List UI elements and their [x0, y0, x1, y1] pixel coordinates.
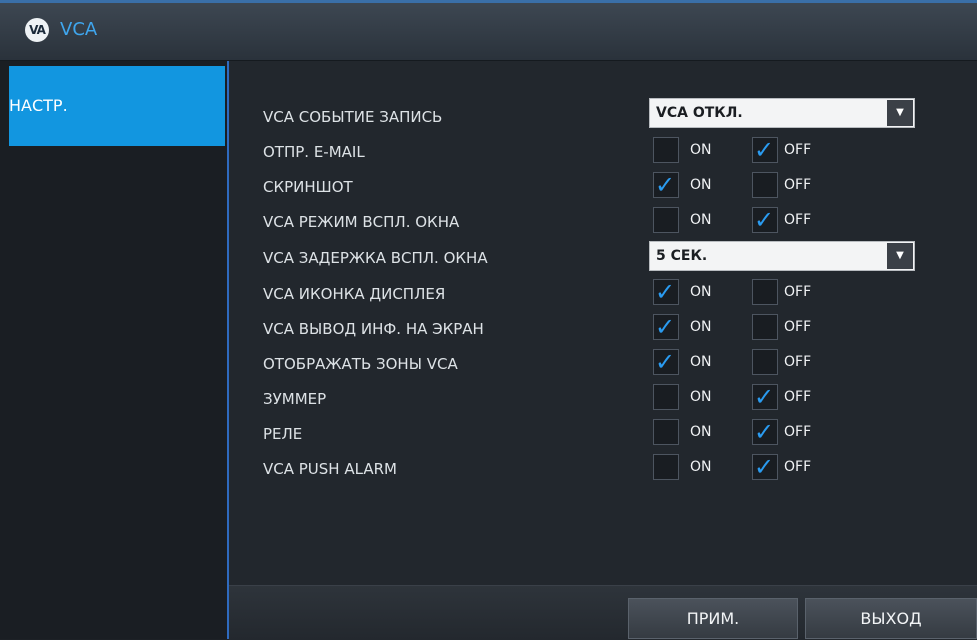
popup-delay-dropdown[interactable]: 5 СЕК. ▼ — [649, 241, 915, 271]
email-label: ОТПР. E-MAIL — [263, 143, 365, 161]
relay-label: РЕЛЕ — [263, 425, 303, 443]
display-icon-off-label: OFF — [784, 284, 812, 300]
buzzer-on-label: ON — [690, 389, 712, 405]
info-output-on-label: ON — [690, 319, 712, 335]
info-output-on-checkbox[interactable]: ✓ — [653, 313, 679, 341]
exit-button[interactable]: ВЫХОД — [805, 598, 977, 639]
record-event-label: VCA СОБЫТИЕ ЗАПИСЬ — [263, 108, 443, 126]
show-zones-label: ОТОБРАЖАТЬ ЗОНЫ VCA — [263, 355, 458, 373]
popup-mode-on-checkbox[interactable] — [653, 207, 679, 233]
relay-on-checkbox[interactable] — [653, 419, 679, 445]
buzzer-label: ЗУММЕР — [263, 390, 327, 408]
show-zones-off-checkbox[interactable] — [752, 349, 778, 375]
record-event-dropdown[interactable]: VCA ОТКЛ. ▼ — [649, 98, 915, 128]
email-off-label: OFF — [784, 142, 812, 158]
checkmark-icon: ✓ — [655, 278, 676, 306]
email-on-checkbox[interactable] — [653, 137, 679, 163]
buzzer-on-checkbox[interactable] — [653, 384, 679, 410]
info-output-label: VCA ВЫВОД ИНФ. НА ЭКРАН — [263, 320, 484, 338]
screenshot-off-checkbox[interactable] — [752, 172, 778, 198]
screenshot-on-label: ON — [690, 177, 712, 193]
checkmark-icon: ✓ — [754, 383, 775, 411]
checkmark-icon: ✓ — [754, 206, 775, 234]
popup-mode-off-label: OFF — [784, 212, 812, 228]
record-event-value: VCA ОТКЛ. — [656, 105, 743, 121]
sidebar: НАСТР. — [0, 61, 229, 639]
sidebar-item-settings[interactable]: НАСТР. — [9, 66, 225, 146]
screenshot-off-label: OFF — [784, 177, 812, 193]
apply-button[interactable]: ПРИМ. — [628, 598, 798, 639]
buzzer-off-label: OFF — [784, 389, 812, 405]
popup-mode-on-label: ON — [690, 212, 712, 228]
relay-off-checkbox[interactable]: ✓ — [752, 418, 778, 446]
push-alarm-off-label: OFF — [784, 459, 812, 475]
email-on-label: ON — [690, 142, 712, 158]
popup-mode-label: VCA РЕЖИМ ВСПЛ. ОКНА — [263, 213, 460, 231]
checkmark-icon: ✓ — [655, 171, 676, 199]
popup-mode-off-checkbox[interactable]: ✓ — [752, 206, 778, 234]
info-output-off-checkbox[interactable] — [752, 314, 778, 340]
show-zones-on-checkbox[interactable]: ✓ — [653, 348, 679, 376]
email-off-checkbox[interactable]: ✓ — [752, 136, 778, 164]
display-icon-off-checkbox[interactable] — [752, 279, 778, 305]
show-zones-off-label: OFF — [784, 354, 812, 370]
screenshot-on-checkbox[interactable]: ✓ — [653, 171, 679, 199]
display-icon-on-label: ON — [690, 284, 712, 300]
popup-delay-label: VCA ЗАДЕРЖКА ВСПЛ. ОКНА — [263, 249, 488, 267]
chevron-down-icon[interactable]: ▼ — [887, 243, 913, 269]
screenshot-label: СКРИНШОТ — [263, 178, 353, 196]
checkmark-icon: ✓ — [754, 136, 775, 164]
push-alarm-off-checkbox[interactable]: ✓ — [752, 453, 778, 481]
popup-delay-value: 5 СЕК. — [656, 248, 708, 264]
checkmark-icon: ✓ — [655, 348, 676, 376]
relay-off-label: OFF — [784, 424, 812, 440]
title-bar: VA VCA — [0, 0, 977, 61]
push-alarm-label: VCA PUSH ALARM — [263, 460, 397, 478]
checkmark-icon: ✓ — [754, 453, 775, 481]
checkmark-icon: ✓ — [754, 418, 775, 446]
checkmark-icon: ✓ — [655, 313, 676, 341]
push-alarm-on-checkbox[interactable] — [653, 454, 679, 480]
vca-logo-icon: VA — [25, 18, 49, 42]
show-zones-on-label: ON — [690, 354, 712, 370]
relay-on-label: ON — [690, 424, 712, 440]
push-alarm-on-label: ON — [690, 459, 712, 475]
info-output-off-label: OFF — [784, 319, 812, 335]
display-icon-label: VCA ИКОНКА ДИСПЛЕЯ — [263, 285, 446, 303]
window-title: VCA — [60, 19, 98, 40]
chevron-down-icon[interactable]: ▼ — [887, 100, 913, 126]
display-icon-on-checkbox[interactable]: ✓ — [653, 278, 679, 306]
buzzer-off-checkbox[interactable]: ✓ — [752, 383, 778, 411]
